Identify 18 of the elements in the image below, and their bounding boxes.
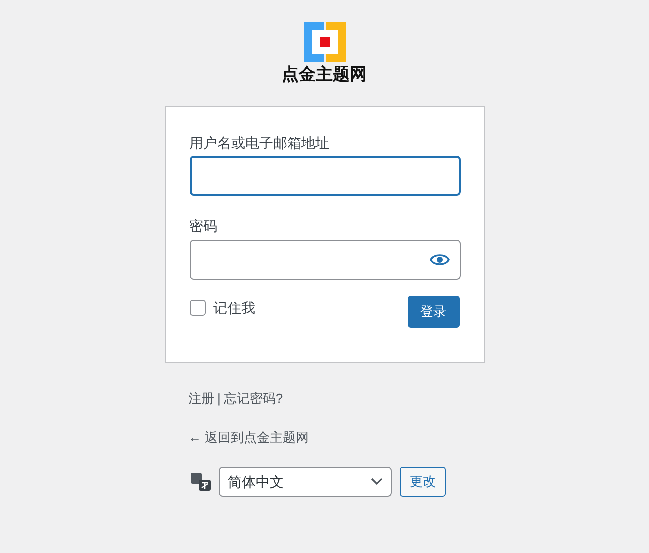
- remember-label: 记住我: [214, 298, 256, 318]
- logo-text: 点金主题网: [282, 65, 367, 85]
- chevron-down-icon: [371, 478, 383, 486]
- register-link[interactable]: 注册: [188, 389, 214, 408]
- change-button[interactable]: 更改: [400, 467, 446, 497]
- password-field[interactable]: [190, 240, 460, 280]
- translate-icon: [191, 473, 211, 491]
- logo-icon: [304, 22, 346, 62]
- password-label: 密码: [190, 217, 218, 236]
- forgot-password-link[interactable]: 忘记密码?: [224, 389, 284, 408]
- login-button[interactable]: 登录: [408, 296, 460, 328]
- back-link[interactable]: ← 返回到点金主题网: [188, 428, 460, 447]
- link-separator: |: [218, 390, 221, 408]
- remember-checkbox[interactable]: [190, 300, 206, 316]
- username-field[interactable]: [190, 156, 460, 196]
- eye-icon[interactable]: [430, 253, 450, 267]
- language-select[interactable]: 简体中文: [219, 467, 392, 497]
- username-label: 用户名或电子邮箱地址: [190, 134, 330, 153]
